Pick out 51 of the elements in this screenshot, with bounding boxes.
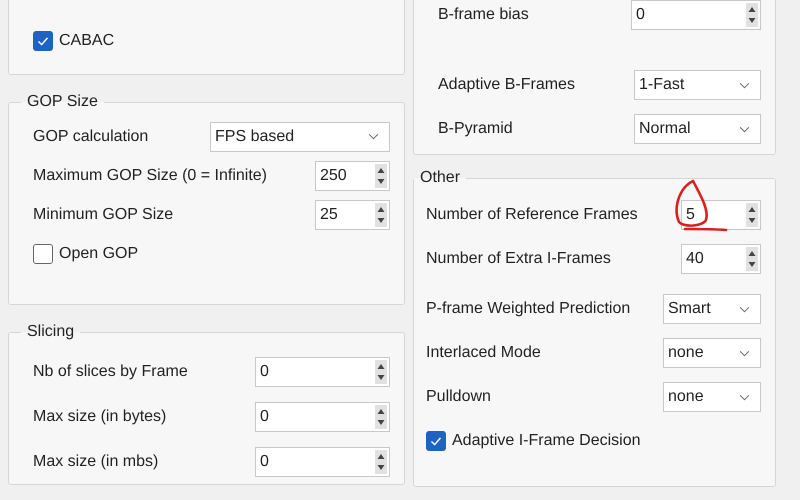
chevron-down-icon [739, 126, 750, 132]
chevron-down-icon [739, 394, 750, 400]
chevron-down-icon [739, 82, 750, 88]
field-label: Max size (in bytes) [33, 408, 166, 426]
field-label: Adaptive B-Frames [438, 76, 575, 94]
spin-arrows-icon[interactable] [746, 247, 758, 271]
checkbox[interactable] [426, 431, 446, 451]
spin-box[interactable]: 0 [255, 356, 390, 386]
spin-arrows-icon[interactable] [375, 450, 387, 474]
dropdown[interactable]: FPS based [210, 122, 390, 152]
group-title: Other [419, 169, 462, 187]
spin-arrows-icon[interactable] [375, 360, 387, 384]
field-label: Nb of slices by Frame [33, 362, 188, 380]
chevron-down-icon [739, 306, 750, 312]
chevron-down-icon [368, 133, 379, 140]
spin-arrows-icon[interactable] [746, 3, 758, 27]
spin-box[interactable]: 0 [631, 0, 761, 30]
spin-box[interactable]: 40 [681, 244, 761, 274]
spin-box[interactable]: 0 [255, 446, 390, 476]
group-title: Slicing [26, 323, 76, 341]
field-label: Minimum GOP Size [33, 206, 174, 224]
dropdown[interactable]: none [663, 382, 761, 412]
chevron-down-icon [739, 350, 750, 356]
field-label: Number of Extra I-Frames [426, 250, 611, 268]
field-label: Pulldown [426, 388, 491, 406]
spin-arrows-icon[interactable] [746, 203, 758, 227]
spin-box[interactable]: 0 [255, 402, 390, 432]
checkbox[interactable] [33, 30, 53, 50]
field-label: Number of Reference Frames [426, 206, 638, 224]
checkbox-label: Open GOP [59, 244, 138, 262]
field-label: Max size (in mbs) [33, 452, 158, 470]
spin-arrows-icon[interactable] [375, 164, 387, 188]
spin-arrows-icon[interactable] [375, 404, 387, 428]
field-label: Maximum GOP Size (0 = Infinite) [33, 166, 267, 184]
field-label: B-frame bias [438, 6, 529, 24]
checkbox-label: CABAC [59, 32, 114, 50]
dropdown[interactable]: Normal [634, 114, 761, 144]
spin-box[interactable]: 250 [315, 160, 390, 190]
spin-arrows-icon[interactable] [375, 202, 387, 226]
dropdown[interactable]: 1-Fast [634, 70, 761, 100]
field-label: Interlaced Mode [426, 344, 541, 362]
checkbox-label: Adaptive I-Frame Decision [452, 432, 641, 450]
field-label: GOP calculation [33, 128, 148, 146]
dropdown[interactable]: none [663, 338, 761, 368]
field-label: B-Pyramid [438, 120, 513, 138]
group-title: GOP Size [26, 93, 99, 111]
spin-box[interactable]: 5 [681, 200, 761, 230]
field-label: P-frame Weighted Prediction [426, 300, 630, 318]
spin-box[interactable]: 25 [315, 200, 390, 230]
checkbox[interactable] [33, 244, 53, 264]
dropdown[interactable]: Smart [663, 294, 761, 324]
